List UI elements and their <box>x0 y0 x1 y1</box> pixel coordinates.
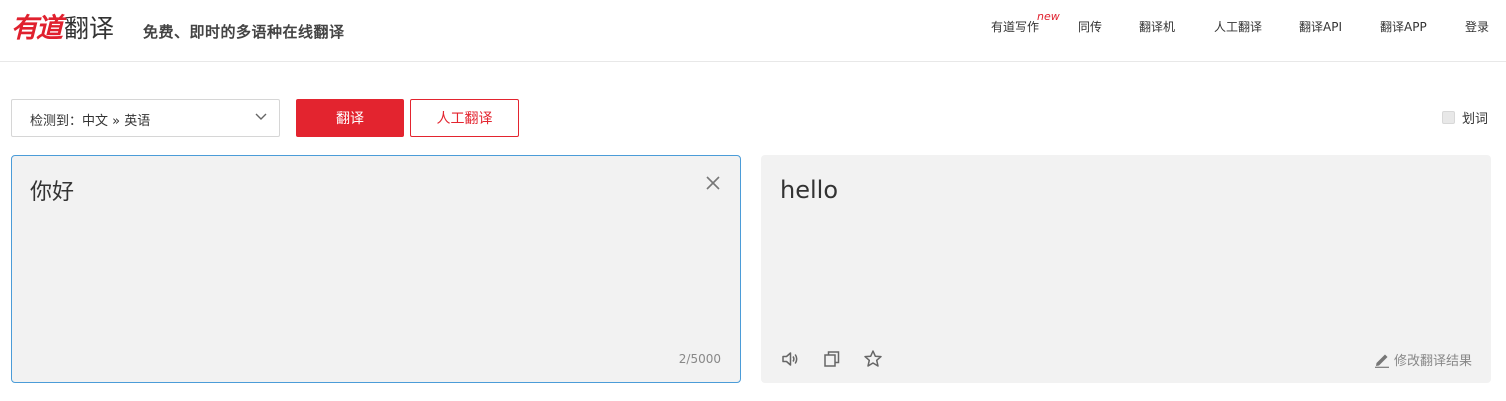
chevron-down-icon <box>255 113 267 120</box>
logo-brand: 有道 <box>11 12 63 44</box>
language-select[interactable]: 检测到：中文 » 英语 <box>11 99 280 137</box>
edit-translation-button[interactable]: 修改翻译结果 <box>1374 350 1472 369</box>
speaker-icon[interactable] <box>780 349 800 369</box>
top-header: 有道 翻译 免费、即时的多语种在线翻译 有道写作 new 同传 翻译机 人工翻译… <box>0 0 1506 62</box>
logo[interactable]: 有道 翻译 <box>11 10 114 46</box>
nav-translator-device[interactable]: 翻译机 <box>1139 18 1175 35</box>
nav-translation-api[interactable]: 翻译API <box>1299 18 1342 35</box>
nav-human-translation[interactable]: 人工翻译 <box>1214 18 1262 35</box>
language-select-value: 检测到：中文 » 英语 <box>30 114 151 129</box>
word-pick-toggle[interactable]: 划词 <box>1442 108 1488 127</box>
source-textarea[interactable]: 你好 <box>30 174 74 206</box>
edit-translation-label: 修改翻译结果 <box>1393 354 1472 369</box>
star-icon[interactable] <box>863 349 883 369</box>
translation-result: hello <box>780 176 838 204</box>
nav-translation-app[interactable]: 翻译APP <box>1380 18 1427 35</box>
nav-youdao-writing[interactable]: 有道写作 <box>991 18 1039 35</box>
word-pick-checkbox[interactable] <box>1442 111 1455 124</box>
human-translate-button[interactable]: 人工翻译 <box>410 99 519 137</box>
clear-icon[interactable] <box>706 176 720 190</box>
copy-icon[interactable] <box>822 349 842 369</box>
translate-button[interactable]: 翻译 <box>296 99 404 137</box>
pencil-icon <box>1374 354 1389 368</box>
new-badge: new <box>1037 10 1060 23</box>
logo-product: 翻译 <box>64 13 115 43</box>
nav-login[interactable]: 登录 <box>1465 18 1489 35</box>
slogan: 免费、即时的多语种在线翻译 <box>143 23 345 41</box>
nav-simultaneous-interpretation[interactable]: 同传 <box>1078 18 1102 35</box>
word-pick-label: 划词 <box>1462 112 1489 127</box>
translation-output-panel: hello 修改翻译结果 <box>761 155 1491 383</box>
char-count: 2/5000 <box>678 352 721 366</box>
source-input-panel[interactable]: 你好 2/5000 <box>11 155 741 383</box>
